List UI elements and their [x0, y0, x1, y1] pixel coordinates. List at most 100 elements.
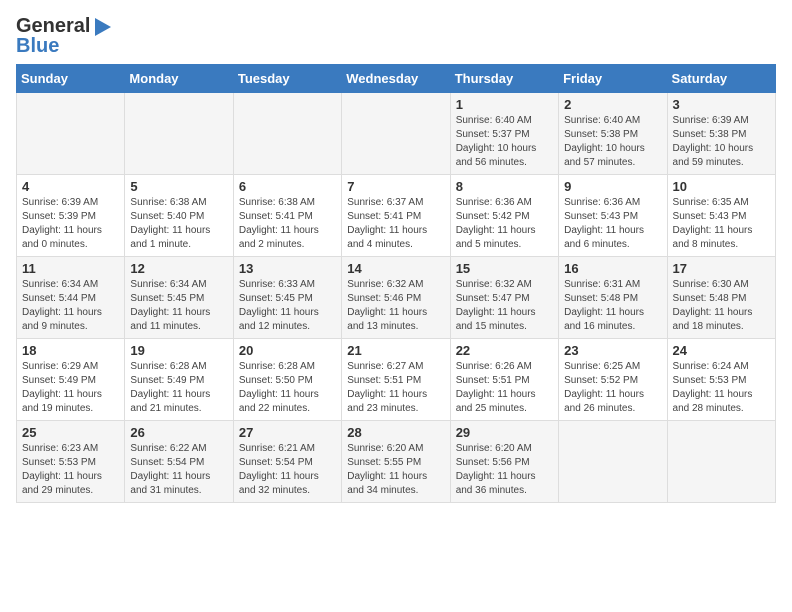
calendar-cell — [233, 93, 341, 175]
calendar-cell: 26 Sunrise: 6:22 AM Sunset: 5:54 PM Dayli… — [125, 421, 233, 503]
header-sunday: Sunday — [17, 65, 125, 93]
calendar-week-0: 1 Sunrise: 6:40 AM Sunset: 5:37 PM Daylig… — [17, 93, 776, 175]
day-number: 8 — [456, 179, 553, 194]
calendar-cell — [125, 93, 233, 175]
day-info: Sunrise: 6:27 AM Sunset: 5:51 PM Dayligh… — [347, 360, 444, 416]
day-info: Sunrise: 6:31 AM Sunset: 5:48 PM Dayligh… — [564, 278, 661, 334]
calendar-cell: 27 Sunrise: 6:21 AM Sunset: 5:54 PM Dayli… — [233, 421, 341, 503]
day-info: Sunrise: 6:40 AM Sunset: 5:37 PM Dayligh… — [456, 114, 553, 170]
day-info: Sunrise: 6:21 AM Sunset: 5:54 PM Dayligh… — [239, 442, 336, 498]
calendar-cell: 14 Sunrise: 6:32 AM Sunset: 5:46 PM Dayli… — [342, 257, 450, 339]
day-number: 9 — [564, 179, 661, 194]
header-wednesday: Wednesday — [342, 65, 450, 93]
calendar-cell: 4Sunrise: 6:39 AM Sunset: 5:39 PM Daylig… — [17, 175, 125, 257]
header-tuesday: Tuesday — [233, 65, 341, 93]
day-number: 14 — [347, 261, 444, 276]
day-number: 25 — [22, 425, 119, 440]
header-monday: Monday — [125, 65, 233, 93]
calendar-cell: 28Sunrise: 6:20 AM Sunset: 5:55 PM Dayli… — [342, 421, 450, 503]
calendar-cell: 15 Sunrise: 6:32 AM Sunset: 5:47 PM Dayli… — [450, 257, 558, 339]
day-number: 4 — [22, 179, 119, 194]
day-info: Sunrise: 6:39 AM Sunset: 5:38 PM Dayligh… — [673, 114, 770, 170]
calendar-cell: 22 Sunrise: 6:26 AM Sunset: 5:51 PM Dayli… — [450, 339, 558, 421]
day-number: 27 — [239, 425, 336, 440]
day-info: Sunrise: 6:32 AM Sunset: 5:46 PM Dayligh… — [347, 278, 444, 334]
day-info: Sunrise: 6:24 AM Sunset: 5:53 PM Dayligh… — [673, 360, 770, 416]
day-number: 24 — [673, 343, 770, 358]
calendar-cell: 21 Sunrise: 6:27 AM Sunset: 5:51 PM Dayli… — [342, 339, 450, 421]
day-info: Sunrise: 6:25 AM Sunset: 5:52 PM Dayligh… — [564, 360, 661, 416]
header: General Blue — [16, 16, 776, 56]
calendar-cell: 24 Sunrise: 6:24 AM Sunset: 5:53 PM Dayli… — [667, 339, 775, 421]
calendar-cell: 11 Sunrise: 6:34 AM Sunset: 5:44 PM Dayli… — [17, 257, 125, 339]
day-number: 23 — [564, 343, 661, 358]
day-number: 29 — [456, 425, 553, 440]
day-number: 26 — [130, 425, 227, 440]
calendar-cell: 25 Sunrise: 6:23 AM Sunset: 5:53 PM Dayli… — [17, 421, 125, 503]
day-info: Sunrise: 6:33 AM Sunset: 5:45 PM Dayligh… — [239, 278, 336, 334]
day-info: Sunrise: 6:36 AM Sunset: 5:43 PM Dayligh… — [564, 196, 661, 252]
calendar-cell: 12 Sunrise: 6:34 AM Sunset: 5:45 PM Dayli… — [125, 257, 233, 339]
logo: General Blue — [16, 16, 111, 56]
day-number: 15 — [456, 261, 553, 276]
day-info: Sunrise: 6:38 AM Sunset: 5:40 PM Dayligh… — [130, 196, 227, 252]
day-info: Sunrise: 6:36 AM Sunset: 5:42 PM Dayligh… — [456, 196, 553, 252]
day-number: 2 — [564, 97, 661, 112]
day-info: Sunrise: 6:26 AM Sunset: 5:51 PM Dayligh… — [456, 360, 553, 416]
day-number: 16 — [564, 261, 661, 276]
day-info: Sunrise: 6:34 AM Sunset: 5:44 PM Dayligh… — [22, 278, 119, 334]
day-number: 3 — [673, 97, 770, 112]
calendar-cell: 8 Sunrise: 6:36 AM Sunset: 5:42 PM Daylig… — [450, 175, 558, 257]
day-number: 1 — [456, 97, 553, 112]
calendar-cell: 19 Sunrise: 6:28 AM Sunset: 5:49 PM Dayli… — [125, 339, 233, 421]
day-info: Sunrise: 6:38 AM Sunset: 5:41 PM Dayligh… — [239, 196, 336, 252]
calendar-cell: 5 Sunrise: 6:38 AM Sunset: 5:40 PM Daylig… — [125, 175, 233, 257]
header-thursday: Thursday — [450, 65, 558, 93]
day-number: 6 — [239, 179, 336, 194]
day-number: 22 — [456, 343, 553, 358]
calendar-cell: 10 Sunrise: 6:35 AM Sunset: 5:43 PM Dayli… — [667, 175, 775, 257]
day-info: Sunrise: 6:37 AM Sunset: 5:41 PM Dayligh… — [347, 196, 444, 252]
day-info: Sunrise: 6:35 AM Sunset: 5:43 PM Dayligh… — [673, 196, 770, 252]
day-info: Sunrise: 6:20 AM Sunset: 5:56 PM Dayligh… — [456, 442, 553, 498]
calendar-cell: 7 Sunrise: 6:37 AM Sunset: 5:41 PM Daylig… — [342, 175, 450, 257]
day-info: Sunrise: 6:22 AM Sunset: 5:54 PM Dayligh… — [130, 442, 227, 498]
day-number: 20 — [239, 343, 336, 358]
day-info: Sunrise: 6:23 AM Sunset: 5:53 PM Dayligh… — [22, 442, 119, 498]
calendar-cell: 1 Sunrise: 6:40 AM Sunset: 5:37 PM Daylig… — [450, 93, 558, 175]
calendar-cell: 18 Sunrise: 6:29 AM Sunset: 5:49 PM Dayli… — [17, 339, 125, 421]
day-info: Sunrise: 6:28 AM Sunset: 5:49 PM Dayligh… — [130, 360, 227, 416]
calendar-cell: 6 Sunrise: 6:38 AM Sunset: 5:41 PM Daylig… — [233, 175, 341, 257]
day-number: 10 — [673, 179, 770, 194]
logo-blue: Blue — [16, 36, 111, 56]
day-number: 12 — [130, 261, 227, 276]
calendar-week-4: 25 Sunrise: 6:23 AM Sunset: 5:53 PM Dayli… — [17, 421, 776, 503]
day-number: 13 — [239, 261, 336, 276]
calendar-cell: 20Sunrise: 6:28 AM Sunset: 5:50 PM Dayli… — [233, 339, 341, 421]
calendar-cell — [342, 93, 450, 175]
day-info: Sunrise: 6:32 AM Sunset: 5:47 PM Dayligh… — [456, 278, 553, 334]
calendar-cell: 29 Sunrise: 6:20 AM Sunset: 5:56 PM Dayli… — [450, 421, 558, 503]
calendar-table: SundayMondayTuesdayWednesdayThursdayFrid… — [16, 64, 776, 503]
calendar-week-2: 11 Sunrise: 6:34 AM Sunset: 5:44 PM Dayli… — [17, 257, 776, 339]
logo-general: General — [16, 15, 90, 37]
day-info: Sunrise: 6:29 AM Sunset: 5:49 PM Dayligh… — [22, 360, 119, 416]
day-number: 11 — [22, 261, 119, 276]
calendar-cell: 23 Sunrise: 6:25 AM Sunset: 5:52 PM Dayli… — [559, 339, 667, 421]
day-info: Sunrise: 6:40 AM Sunset: 5:38 PM Dayligh… — [564, 114, 661, 170]
day-number: 18 — [22, 343, 119, 358]
day-number: 19 — [130, 343, 227, 358]
day-info: Sunrise: 6:30 AM Sunset: 5:48 PM Dayligh… — [673, 278, 770, 334]
calendar-cell: 13 Sunrise: 6:33 AM Sunset: 5:45 PM Dayli… — [233, 257, 341, 339]
calendar-week-1: 4Sunrise: 6:39 AM Sunset: 5:39 PM Daylig… — [17, 175, 776, 257]
calendar-header-row: SundayMondayTuesdayWednesdayThursdayFrid… — [17, 65, 776, 93]
day-number: 21 — [347, 343, 444, 358]
day-number: 5 — [130, 179, 227, 194]
calendar-cell: 2 Sunrise: 6:40 AM Sunset: 5:38 PM Daylig… — [559, 93, 667, 175]
calendar-cell — [559, 421, 667, 503]
day-info: Sunrise: 6:34 AM Sunset: 5:45 PM Dayligh… — [130, 278, 227, 334]
calendar-cell: 16 Sunrise: 6:31 AM Sunset: 5:48 PM Dayli… — [559, 257, 667, 339]
day-number: 7 — [347, 179, 444, 194]
header-friday: Friday — [559, 65, 667, 93]
calendar-week-3: 18 Sunrise: 6:29 AM Sunset: 5:49 PM Dayli… — [17, 339, 776, 421]
